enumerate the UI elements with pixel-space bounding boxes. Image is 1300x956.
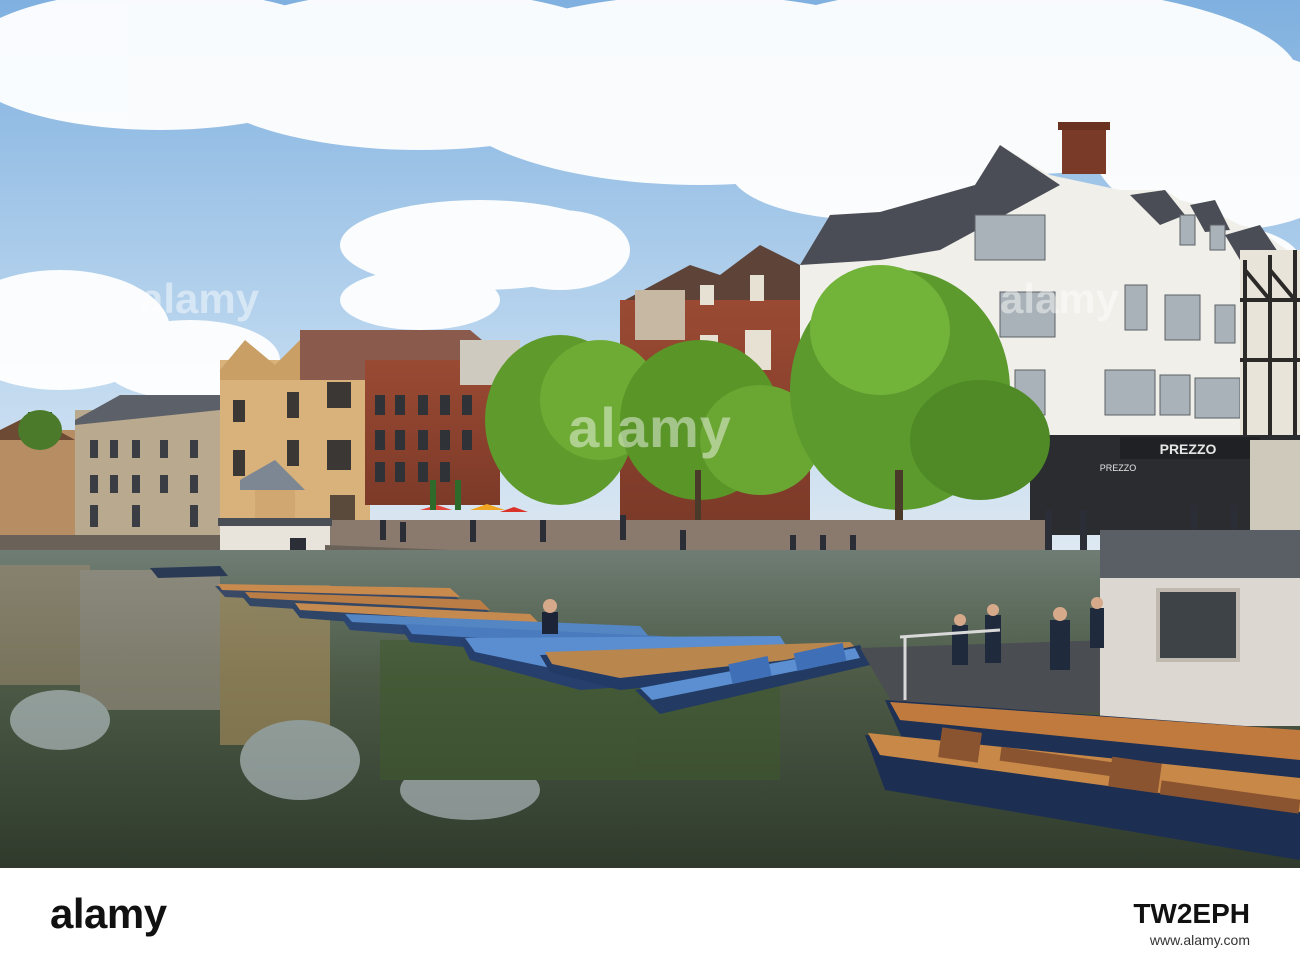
prezzo-sign: PREZZO [1160, 441, 1217, 457]
photo-scene: PREZZO PREZZO [0, 0, 1300, 868]
photo: PREZZO PREZZO alamy alamy alamy [0, 0, 1300, 868]
footer-bar: alamy TW2EPH www.alamy.com [0, 868, 1300, 956]
alamy-logo[interactable]: alamy [50, 890, 167, 938]
image-id: TW2EPH [1133, 898, 1250, 929]
site-url[interactable]: www.alamy.com [1150, 932, 1250, 948]
person [542, 599, 558, 634]
prezzo-sign-small: PREZZO [1100, 463, 1137, 473]
